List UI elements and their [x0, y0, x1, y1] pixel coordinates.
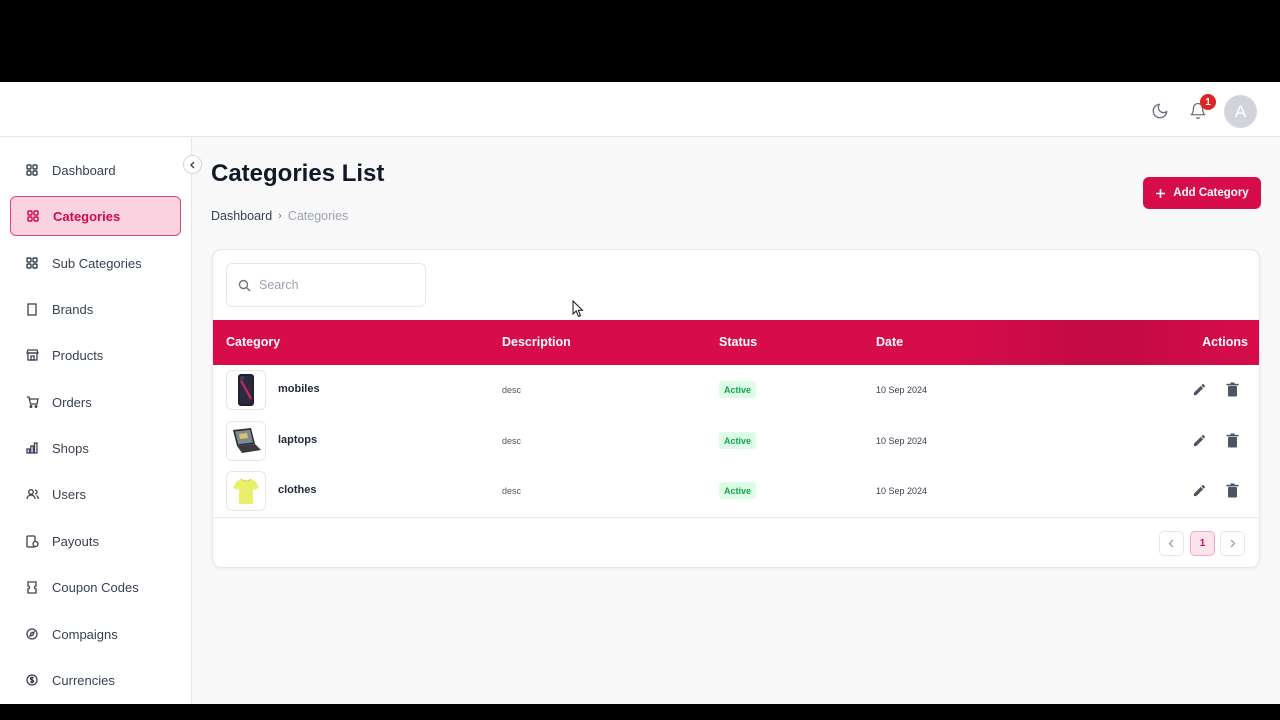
- plus-icon: [1156, 188, 1166, 198]
- trash-icon: [1226, 483, 1238, 497]
- category-description: desc: [502, 385, 522, 395]
- edit-button[interactable]: [1190, 431, 1208, 449]
- sidebar-item-label: Shops: [52, 440, 89, 456]
- status-badge: Active: [719, 432, 757, 449]
- notification-badge: 1: [1200, 94, 1216, 110]
- sidebar-collapse-button[interactable]: [183, 155, 202, 174]
- search-icon: [238, 279, 251, 291]
- users-icon: [25, 487, 39, 501]
- sidebar-item-label: Dashboard: [52, 162, 116, 178]
- laptop-image: [226, 421, 266, 461]
- category-description: desc: [502, 486, 522, 496]
- category-date: 10 Sep 2024: [876, 436, 928, 446]
- building-icon: [25, 302, 39, 316]
- phone-image: [226, 370, 266, 410]
- column-header-actions: Actions: [1202, 335, 1248, 349]
- sidebar-item-users[interactable]: Users: [10, 474, 181, 514]
- pagination-page-button[interactable]: 1: [1190, 531, 1215, 556]
- pagination-next-button[interactable]: [1220, 531, 1245, 556]
- sidebar-item-label: Brands: [52, 301, 94, 317]
- sidebar-item-categories[interactable]: Categories: [10, 196, 181, 236]
- breadcrumb-current: Categories: [287, 209, 349, 223]
- status-badge: Active: [719, 381, 757, 398]
- top-bar: 1 A: [0, 82, 1280, 137]
- column-header-date[interactable]: Date: [876, 335, 903, 349]
- grid-icon: [25, 163, 39, 177]
- compass-icon: [25, 627, 39, 641]
- sidebar-item-products[interactable]: Products: [10, 335, 181, 375]
- sidebar-item-dashboard[interactable]: Dashboard: [10, 150, 181, 190]
- page-title: Categories List: [211, 160, 385, 187]
- sidebar-item-label: Compaigns: [52, 626, 118, 642]
- sidebar-item-shops[interactable]: Shops: [10, 428, 181, 468]
- chevron-right-icon: [1230, 539, 1236, 548]
- table-row: clothes desc Active 10 Sep 2024: [213, 466, 1259, 516]
- sidebar-item-currencies[interactable]: Currencies: [10, 660, 181, 700]
- app-window: 1 A Dashboard Categories Sub Categories …: [0, 82, 1280, 704]
- sidebar-item-sub-categories[interactable]: Sub Categories: [10, 243, 181, 283]
- pagination-prev-button[interactable]: [1159, 531, 1184, 556]
- search-box: [226, 263, 426, 307]
- chevron-left-icon: [1168, 539, 1174, 548]
- column-header-category[interactable]: Category: [226, 335, 280, 349]
- grid-icon: [26, 209, 40, 223]
- coupon-icon: [25, 580, 39, 594]
- category-name: mobiles: [278, 383, 320, 395]
- breadcrumb-home-link[interactable]: Dashboard: [211, 209, 272, 223]
- category-date: 10 Sep 2024: [876, 486, 928, 496]
- category-date: 10 Sep 2024: [876, 385, 928, 395]
- pencil-icon: [1193, 434, 1205, 446]
- sidebar-item-payouts[interactable]: Payouts: [10, 521, 181, 561]
- table-row: mobiles desc Active 10 Sep 2024: [213, 365, 1259, 415]
- sidebar-item-label: Sub Categories: [52, 255, 142, 271]
- sidebar-item-orders[interactable]: Orders: [10, 382, 181, 422]
- table-row: laptops desc Active 10 Sep 2024: [213, 416, 1259, 466]
- sidebar-item-label: Categories: [53, 208, 121, 224]
- table-footer-divider: [213, 517, 1259, 518]
- avatar[interactable]: A: [1224, 95, 1257, 128]
- table-header: Category Description Status Date Actions: [213, 320, 1259, 365]
- delete-button[interactable]: [1223, 431, 1241, 449]
- search-input[interactable]: [259, 278, 409, 292]
- grid-icon: [25, 256, 39, 270]
- add-category-label: Add Category: [1173, 187, 1249, 199]
- status-badge: Active: [719, 482, 757, 499]
- sidebar-item-label: Orders: [52, 394, 92, 410]
- edit-button[interactable]: [1190, 380, 1208, 398]
- mouse-cursor-icon: [572, 300, 584, 318]
- category-name: laptops: [278, 434, 318, 446]
- categories-card: Category Description Status Date Actions…: [212, 249, 1260, 568]
- sidebar-item-compaigns[interactable]: Compaigns: [10, 614, 181, 654]
- sidebar-item-brands[interactable]: Brands: [10, 289, 181, 329]
- sidebar-item-coupon-codes[interactable]: Coupon Codes: [10, 567, 181, 607]
- tshirt-image: [226, 471, 266, 511]
- chart-icon: [25, 441, 39, 455]
- delete-button[interactable]: [1223, 481, 1241, 499]
- sidebar-item-label: Payouts: [52, 533, 99, 549]
- sidebar-item-label: Products: [52, 347, 104, 363]
- column-header-status[interactable]: Status: [719, 335, 757, 349]
- store-icon: [25, 348, 39, 362]
- breadcrumb: Dashboard › Categories: [211, 209, 348, 223]
- pencil-icon: [1193, 383, 1205, 395]
- sidebar-item-label: Currencies: [52, 672, 115, 688]
- column-header-description[interactable]: Description: [502, 335, 571, 349]
- add-category-button[interactable]: Add Category: [1143, 177, 1261, 209]
- cart-icon: [25, 395, 39, 409]
- edit-button[interactable]: [1190, 481, 1208, 499]
- category-name: clothes: [278, 484, 317, 496]
- trash-icon: [1226, 382, 1238, 396]
- sidebar: Dashboard Categories Sub Categories Bran…: [0, 138, 192, 704]
- breadcrumb-separator: ›: [278, 210, 282, 222]
- delete-button[interactable]: [1223, 380, 1241, 398]
- trash-icon: [1226, 433, 1238, 447]
- currency-icon: [25, 673, 39, 687]
- sidebar-item-label: Coupon Codes: [52, 579, 139, 595]
- chevron-left-icon: [189, 161, 194, 168]
- moon-icon[interactable]: [1148, 99, 1172, 123]
- payout-icon: [25, 534, 39, 548]
- category-description: desc: [502, 436, 522, 446]
- pencil-icon: [1193, 484, 1205, 496]
- sidebar-item-label: Users: [52, 486, 86, 502]
